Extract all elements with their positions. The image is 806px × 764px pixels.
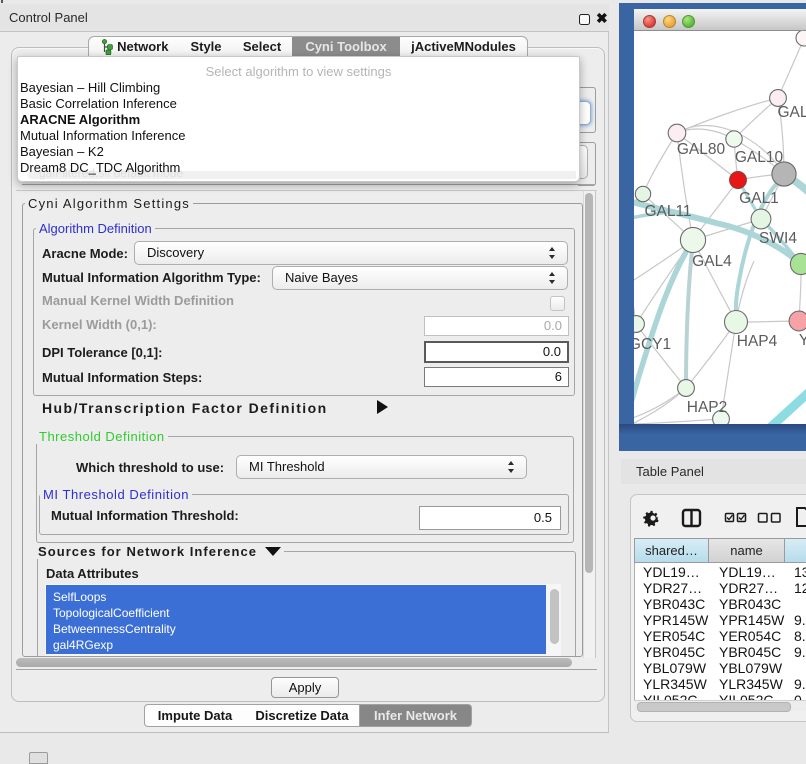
svg-text:GCY1: GCY1: [634, 336, 671, 353]
svg-text:HAP4: HAP4: [737, 333, 778, 350]
svg-text:GAL11: GAL11: [644, 203, 691, 220]
svg-text:Y: Y: [799, 332, 806, 349]
svg-text:SWI4: SWI4: [759, 230, 797, 247]
svg-text:GAL80: GAL80: [677, 141, 726, 158]
svg-text:GAL4: GAL4: [692, 253, 732, 270]
svg-text:GAL1: GAL1: [739, 190, 779, 207]
svg-text:HAP2: HAP2: [687, 399, 728, 416]
svg-text:GAL10: GAL10: [735, 149, 784, 166]
svg-text:GAL: GAL: [777, 104, 806, 121]
